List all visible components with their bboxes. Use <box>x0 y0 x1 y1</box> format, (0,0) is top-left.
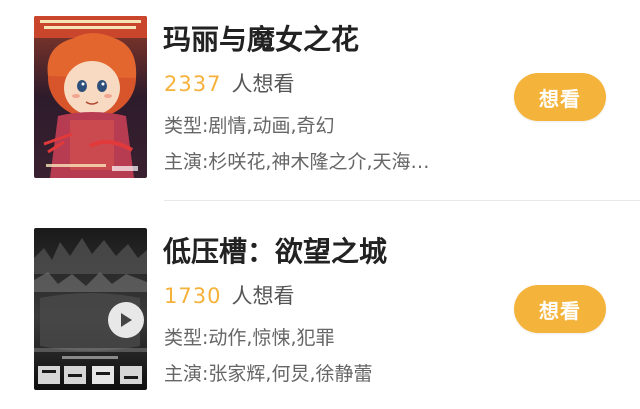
genre-text: 类型:动作,惊悚,犯罪 <box>164 327 335 349</box>
cast-text: 主演:张家辉,何炅,徐静蕾 <box>164 363 373 385</box>
movie-card[interactable]: 玛丽与魔女之花 2337 人想看 类型:剧情,动画,奇幻 主演:杉咲花,神木隆之介… <box>0 0 640 201</box>
want-count-line: 1730 人想看 <box>164 280 294 310</box>
divider <box>164 200 640 201</box>
want-label: 人想看 <box>231 72 295 96</box>
want-label: 人想看 <box>231 284 295 308</box>
want-button[interactable]: 想看 <box>514 73 606 121</box>
want-count-line: 2337 人想看 <box>164 68 294 98</box>
want-count: 2337 <box>164 72 222 96</box>
movie-list: 玛丽与魔女之花 2337 人想看 类型:剧情,动画,奇幻 主演:杉咲花,神木隆之介… <box>0 0 640 409</box>
movie-poster[interactable] <box>34 16 147 178</box>
want-count: 1730 <box>164 284 222 308</box>
play-icon[interactable] <box>108 302 144 338</box>
genre-text: 类型:剧情,动画,奇幻 <box>164 115 335 137</box>
movie-card[interactable]: 低压槽：欲望之城 1730 人想看 类型:动作,惊悚,犯罪 主演:张家辉,何炅,徐… <box>0 212 640 402</box>
movie-title[interactable]: 玛丽与魔女之花 <box>163 18 359 58</box>
movie-title[interactable]: 低压槽：欲望之城 <box>163 230 387 270</box>
movie-poster[interactable] <box>34 228 147 390</box>
cast-text: 主演:杉咲花,神木隆之介,天海… <box>164 151 430 173</box>
want-button[interactable]: 想看 <box>514 285 606 333</box>
